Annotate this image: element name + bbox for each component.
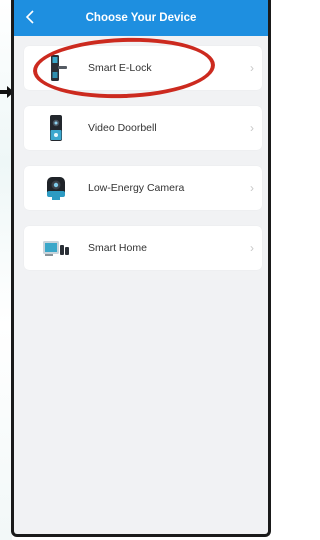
chevron-right-icon: › — [250, 61, 254, 75]
chevron-right-icon: › — [250, 241, 254, 255]
chevron-left-icon — [25, 10, 34, 24]
device-item-video-doorbell[interactable]: Video Doorbell › — [24, 106, 262, 150]
page-title: Choose Your Device — [85, 12, 197, 24]
doorbell-icon — [50, 115, 62, 141]
top-bar: Choose Your Device — [14, 0, 268, 36]
device-label: Smart Home — [88, 242, 147, 254]
device-item-low-energy-camera[interactable]: Low-Energy Camera › — [24, 166, 262, 210]
device-label: Video Doorbell — [88, 122, 157, 134]
smart-home-icon — [43, 241, 69, 256]
camera-icon — [47, 177, 65, 200]
device-item-smart-home[interactable]: Smart Home › — [24, 226, 262, 270]
chevron-right-icon: › — [250, 121, 254, 135]
phone-screen: Choose Your Device Smart E-Lock › Video — [11, 0, 271, 537]
device-label: Low-Energy Camera — [88, 182, 185, 194]
chevron-right-icon: › — [250, 181, 254, 195]
back-button[interactable] — [24, 6, 44, 28]
